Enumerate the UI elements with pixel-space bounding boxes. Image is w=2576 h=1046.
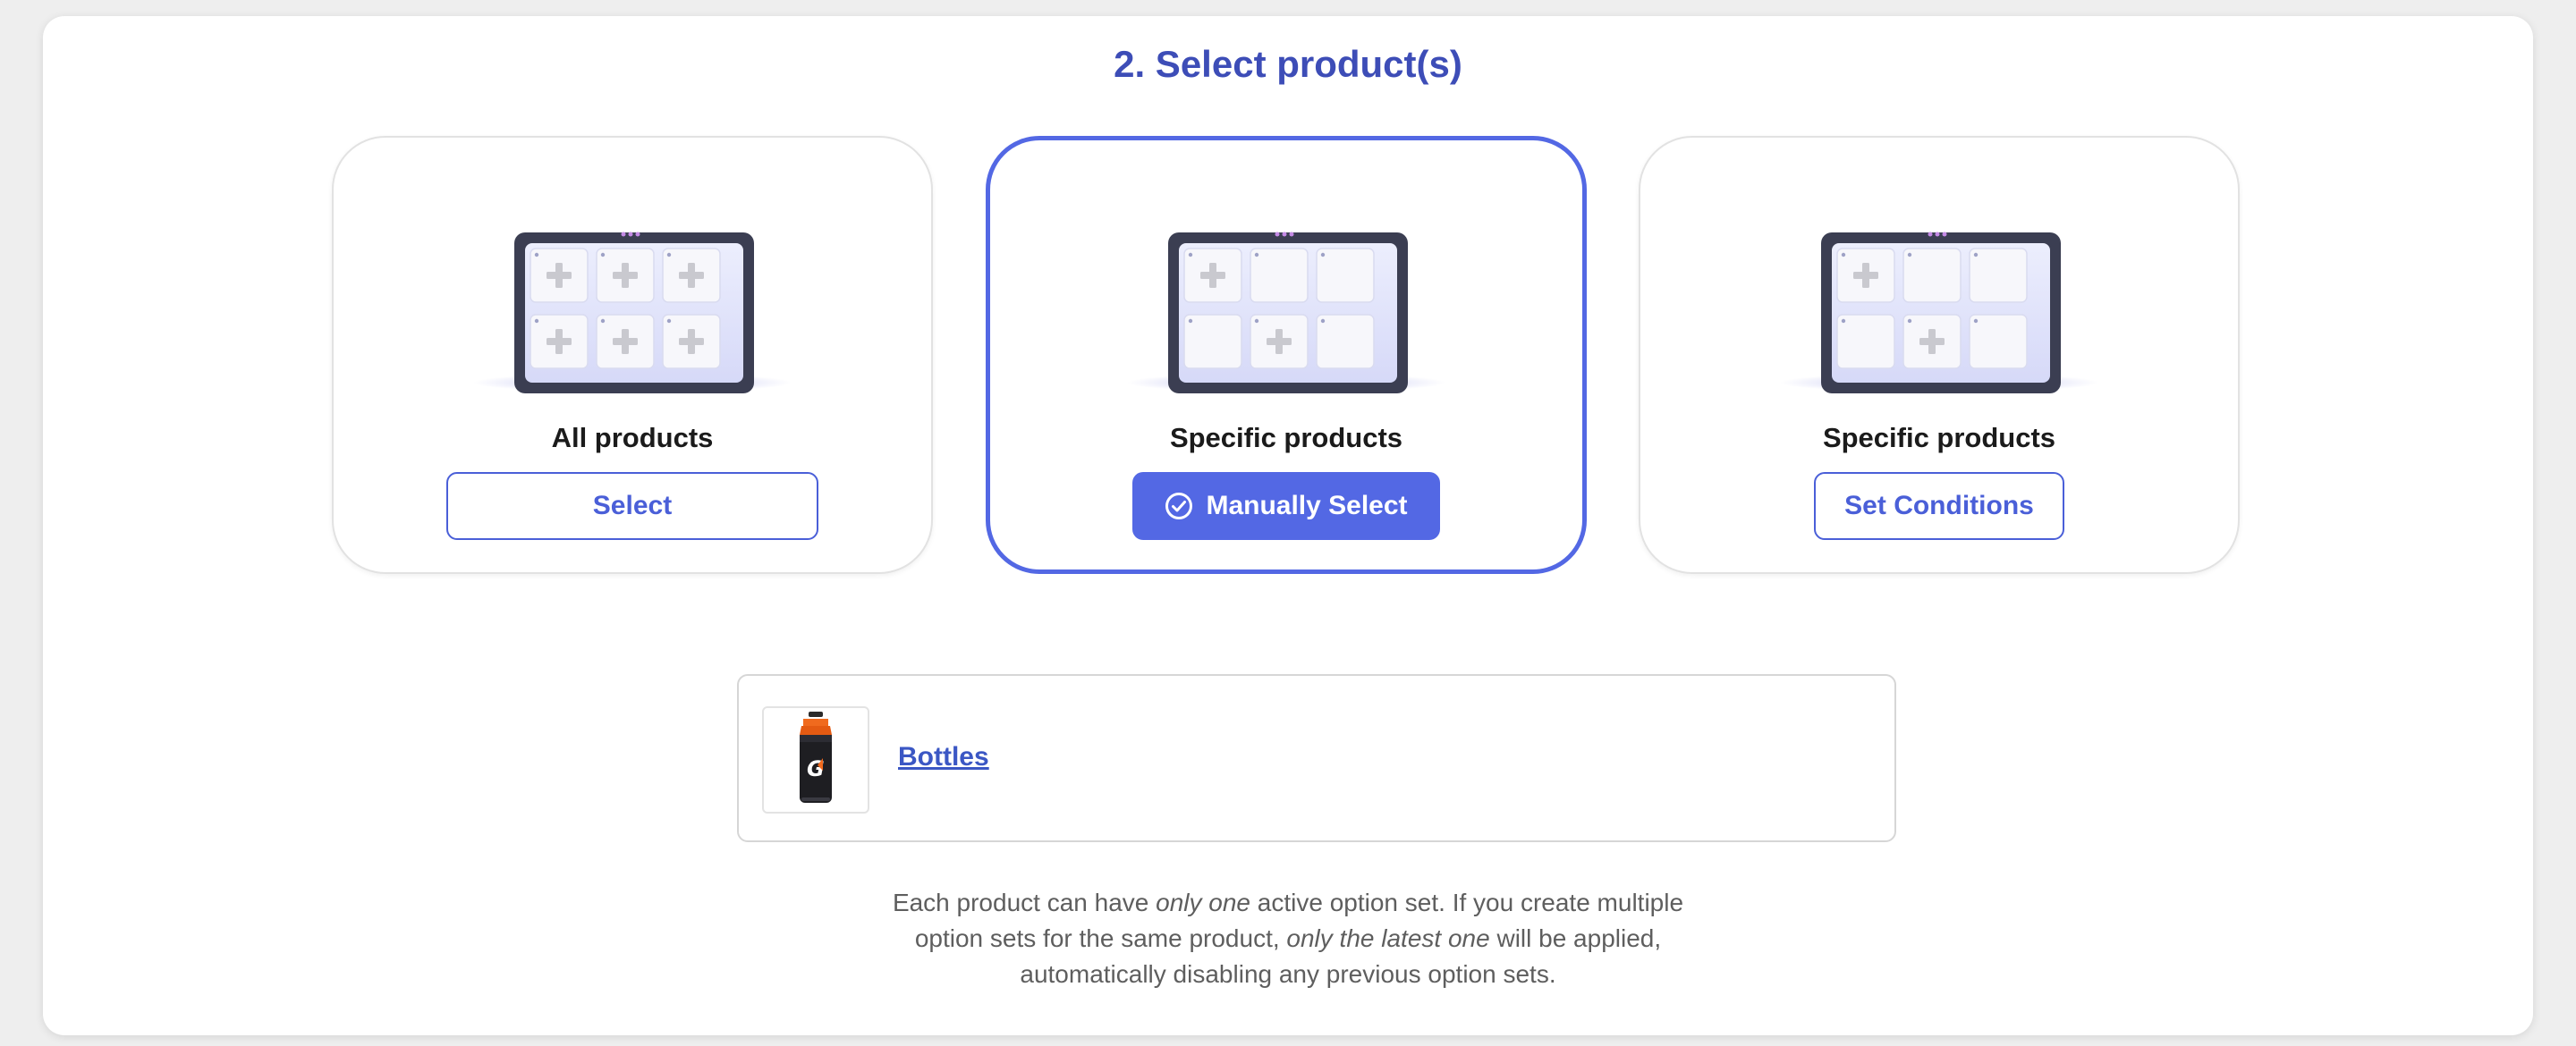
selected-products-list: G Bottles [737,674,1896,842]
product-link-bottles[interactable]: Bottles [898,742,989,772]
sports-bottle-icon: G [800,712,832,803]
tablet-grid-some-plus-icon [1780,232,2098,393]
card-label: All products [551,422,714,453]
manually-select-button[interactable]: Manually Select [1132,472,1440,540]
option-set-note: Each product can have only one active op… [43,885,2533,992]
manually-select-label: Manually Select [1206,491,1408,520]
select-all-button[interactable]: Select [446,472,818,540]
section-title: 2. Select product(s) [1114,43,1462,85]
all-products-card[interactable]: All products Select [332,136,933,574]
tablet-grid-all-plus-icon [473,232,792,393]
select-products-panel: 2. Select product(s) All products Select [43,16,2533,1035]
card-label: Specific products [1822,422,2056,453]
note-line-3: automatically disabling any previous opt… [1020,960,1556,988]
note-line-1: Each product can have only one active op… [892,889,1684,916]
tablet-grid-some-plus-icon [1127,232,1445,393]
note-line-2: option sets for the same product, only t… [914,924,1662,952]
product-thumbnail[interactable]: G [762,706,869,814]
set-conditions-card[interactable]: Specific products Set Conditions [1639,136,2240,574]
set-conditions-button[interactable]: Set Conditions [1814,472,2064,540]
manual-select-card[interactable]: Specific products Manually Select [986,136,1587,574]
card-label: Specific products [1169,422,1403,453]
check-circle-icon [1165,493,1193,519]
